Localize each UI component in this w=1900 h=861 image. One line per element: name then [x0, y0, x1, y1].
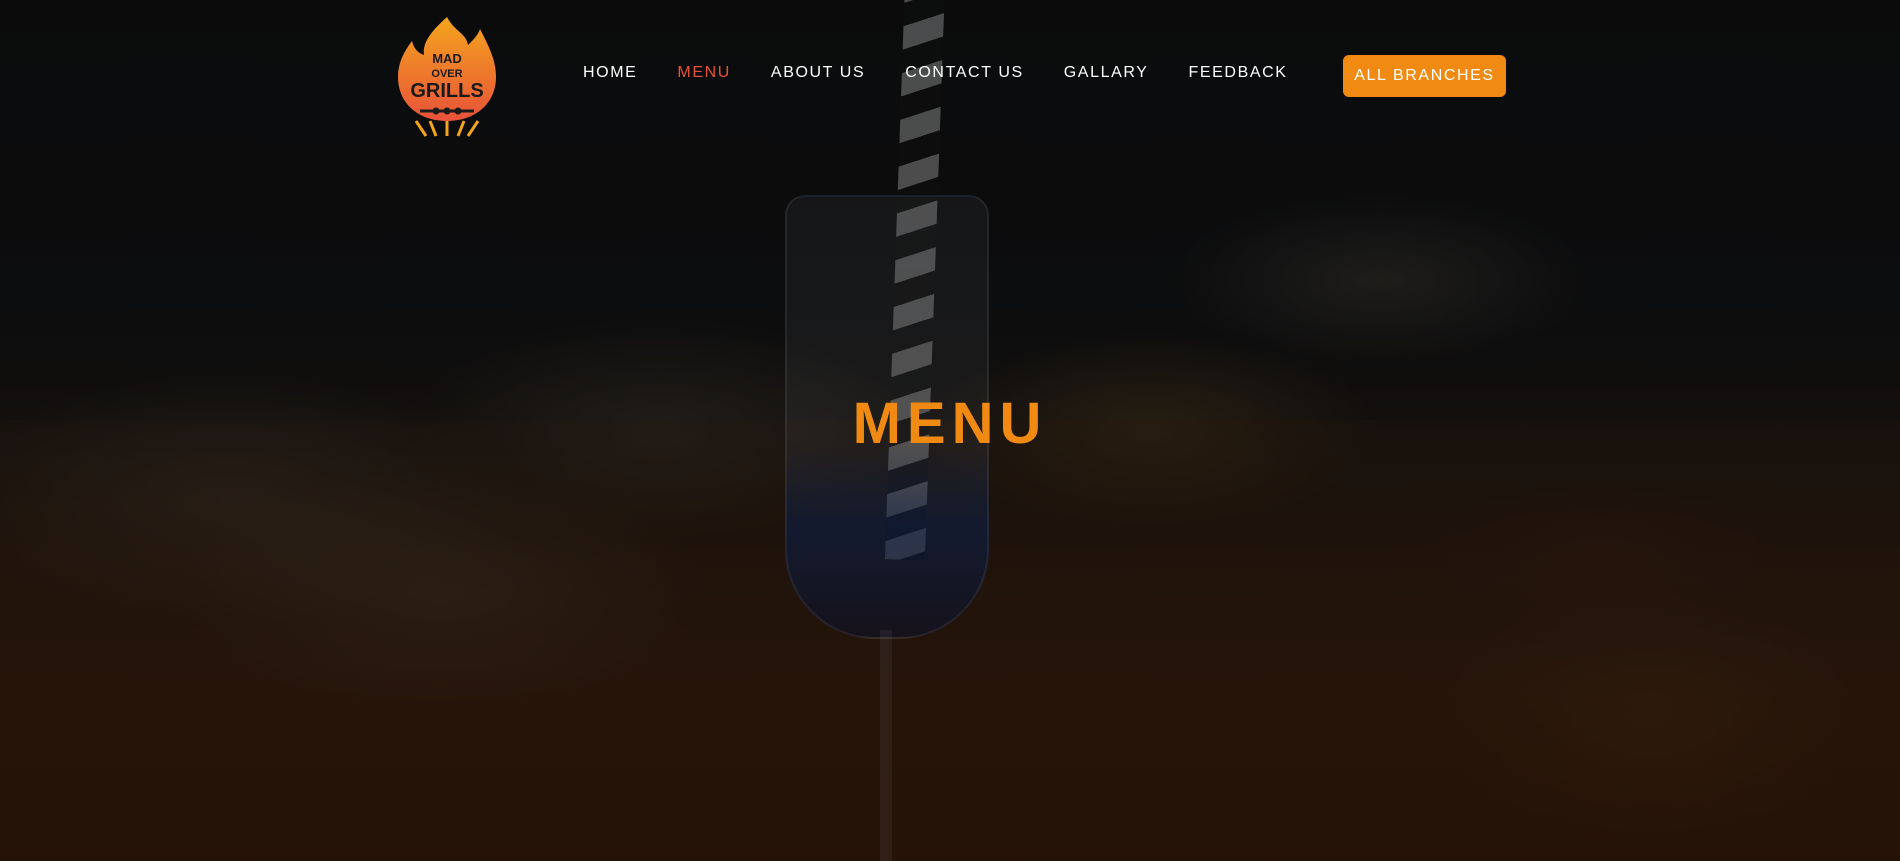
page-title: MENU [852, 391, 1048, 456]
flame-logo-icon: MAD OVER GRILLS [398, 17, 496, 137]
nav-feedback[interactable]: FEEDBACK [1189, 64, 1288, 82]
nav-home[interactable]: HOME [583, 64, 637, 82]
nav-about-us[interactable]: ABOUT US [771, 64, 865, 82]
logo-text-line3: GRILLS [410, 80, 483, 102]
nav-menu[interactable]: MENU [677, 64, 731, 82]
nav-contact-us[interactable]: CONTACT US [905, 64, 1024, 82]
top-navbar: MAD OVER GRILLS HOME MENU ABOUT US CONTA… [0, 0, 1900, 150]
hero-section: MAD OVER GRILLS HOME MENU ABOUT US CONTA… [0, 0, 1900, 861]
logo-text-line2: OVER [431, 68, 462, 80]
main-nav: HOME MENU ABOUT US CONTACT US GALLARY FE… [583, 64, 1288, 82]
all-branches-button[interactable]: ALL BRANCHES [1343, 55, 1506, 97]
nav-gallary[interactable]: GALLARY [1064, 64, 1149, 82]
brand-logo[interactable]: MAD OVER GRILLS [396, 15, 498, 137]
logo-text-line1: MAD [432, 51, 462, 66]
